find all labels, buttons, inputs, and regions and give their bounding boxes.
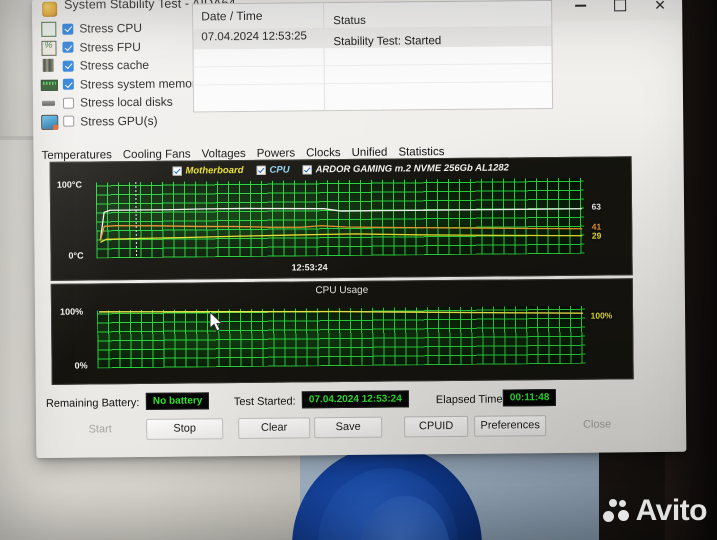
legend-cpu-checkbox[interactable] [256, 165, 266, 175]
temp-axis-max: 100°C [56, 179, 82, 190]
legend-motherboard-label: Motherboard [185, 164, 244, 177]
cpu-axis-min: 0% [74, 360, 88, 371]
log-column-status: Status [333, 14, 366, 28]
temp-x-axis-time: 12:53:24 [291, 262, 328, 273]
tab-powers[interactable]: Powers [257, 147, 295, 159]
option-stress-fpu[interactable]: Stress FPU [40, 37, 210, 57]
wall-seam [0, 0, 34, 138]
gpu-icon [41, 114, 59, 130]
legend-cpu-label: CPU [269, 164, 290, 176]
temperature-plot-area[interactable] [95, 177, 585, 259]
stress-local-disks-checkbox[interactable] [62, 97, 75, 109]
cpu-usage-plot-area[interactable] [97, 305, 586, 369]
temp-axis-min: 0°C [68, 250, 84, 261]
stress-gpus-checkbox[interactable] [63, 115, 75, 127]
legend-motherboard-checkbox[interactable] [172, 166, 182, 176]
wall-seam-edge [0, 136, 36, 140]
event-log-table[interactable]: Date / Time Status 07.04.2024 12:53:25 S… [192, 0, 554, 113]
time-cursor-line [135, 182, 138, 259]
stress-cpu-checkbox[interactable] [62, 23, 74, 35]
legend-cpu[interactable]: CPU [256, 164, 290, 176]
cpu-usage-title: CPU Usage [315, 284, 369, 297]
cpuid-button[interactable]: CPUID [404, 415, 469, 438]
tab-clocks[interactable]: Clocks [306, 147, 341, 159]
temp-readout-motherboard: 29 [590, 230, 603, 241]
maximize-button[interactable] [600, 0, 640, 21]
memory-module-icon [40, 78, 58, 92]
stress-local-disks-label: Stress local disks [79, 94, 173, 110]
stress-system-memory-checkbox[interactable] [62, 78, 74, 90]
series-cpu-usage-line [99, 310, 584, 314]
option-stress-gpus[interactable]: Stress GPU(s) [41, 111, 211, 131]
button-bar[interactable]: Start Stop Clear Save CPUID Preferences … [46, 414, 676, 442]
clear-button[interactable]: Clear [238, 417, 311, 440]
tab-statistics[interactable]: Statistics [398, 146, 444, 158]
log-row-separator [193, 63, 552, 68]
close-window-button[interactable]: ✕ [640, 0, 680, 20]
temperature-legend[interactable]: Motherboard CPU ARDOR GAMING m.2 NVME 25… [51, 159, 631, 179]
temp-readout-ssd: 63 [589, 201, 603, 212]
avito-watermark: Avito [602, 494, 708, 527]
stress-system-memory-label: Stress system memory [79, 76, 202, 92]
window-controls[interactable]: ✕ [560, 0, 680, 21]
tab-unified[interactable]: Unified [352, 147, 388, 159]
tab-temperatures[interactable]: Temperatures [41, 149, 111, 162]
temperatures-chart-panel: Motherboard CPU ARDOR GAMING m.2 NVME 25… [49, 156, 633, 281]
stress-gpus-label: Stress GPU(s) [80, 113, 158, 129]
disk-icon [41, 96, 58, 110]
cpu-usage-series-svg [99, 310, 584, 314]
log-cell-datetime: 07.04.2024 12:53:25 [201, 30, 307, 44]
battery-label: Remaining Battery: [45, 396, 140, 410]
fpu-icon [40, 40, 57, 56]
cpu-usage-chart-panel: CPU Usage 100% 0% 100% [50, 278, 634, 385]
aida64-stability-window[interactable]: System Stability Test - AIDA64 ✕ Stress … [32, 0, 687, 458]
start-button[interactable]: Start [68, 419, 132, 441]
close-button[interactable]: Close [566, 414, 628, 436]
log-column-datetime: Date / Time [201, 8, 263, 24]
cpu-usage-readout: 100% [589, 310, 614, 321]
cpu-chip-icon [40, 22, 57, 38]
temperature-series-svg [99, 182, 583, 259]
preferences-button[interactable]: Preferences [474, 415, 547, 437]
stress-fpu-label: Stress FPU [79, 39, 141, 55]
mouse-cursor [210, 312, 224, 332]
battery-value: No battery [145, 392, 210, 410]
legend-motherboard[interactable]: Motherboard [172, 164, 244, 177]
stop-button[interactable]: Stop [146, 418, 224, 440]
cache-icon [41, 59, 58, 73]
series-motherboard-line [100, 233, 583, 243]
stress-cpu-label: Stress CPU [79, 21, 143, 36]
option-stress-cpu[interactable]: Stress CPU [40, 18, 210, 38]
stress-cache-checkbox[interactable] [62, 60, 74, 72]
test-started-label: Test Started: [233, 395, 296, 409]
avito-wordmark: Avito [635, 494, 708, 527]
aida64-icon [42, 1, 58, 17]
save-button[interactable]: Save [314, 416, 383, 439]
elapsed-time-label: Elapsed Time: [435, 393, 506, 407]
avito-logo-icon [602, 498, 629, 524]
legend-ssd-checkbox[interactable] [302, 164, 312, 174]
option-stress-system-memory[interactable]: Stress system memory [40, 74, 211, 94]
cpu-axis-max: 100% [59, 306, 84, 317]
tab-voltages[interactable]: Voltages [202, 148, 246, 160]
log-cell-status: Stability Test: Started [333, 35, 442, 49]
close-icon: ✕ [654, 0, 667, 14]
minimize-button[interactable] [560, 0, 600, 21]
stress-fpu-checkbox[interactable] [62, 41, 74, 53]
elapsed-time-value: 00:11:48 [502, 388, 557, 407]
option-stress-local-disks[interactable]: Stress local disks [41, 92, 211, 112]
status-bar: Remaining Battery: No battery Test Start… [46, 388, 666, 414]
test-started-value: 07.04.2024 12:53:24 [301, 390, 409, 409]
legend-ssd[interactable]: ARDOR GAMING m.2 NVME 256Gb AL1282 [302, 161, 509, 175]
log-row-separator [193, 81, 552, 86]
option-stress-cache[interactable]: Stress cache [41, 55, 211, 75]
tab-cooling-fans[interactable]: Cooling Fans [123, 148, 191, 161]
stress-cache-label: Stress cache [79, 58, 150, 73]
stress-options-list[interactable]: Stress CPU Stress FPU Stress cache Stres… [40, 18, 211, 131]
legend-ssd-label: ARDOR GAMING m.2 NVME 256Gb AL1282 [315, 161, 509, 175]
